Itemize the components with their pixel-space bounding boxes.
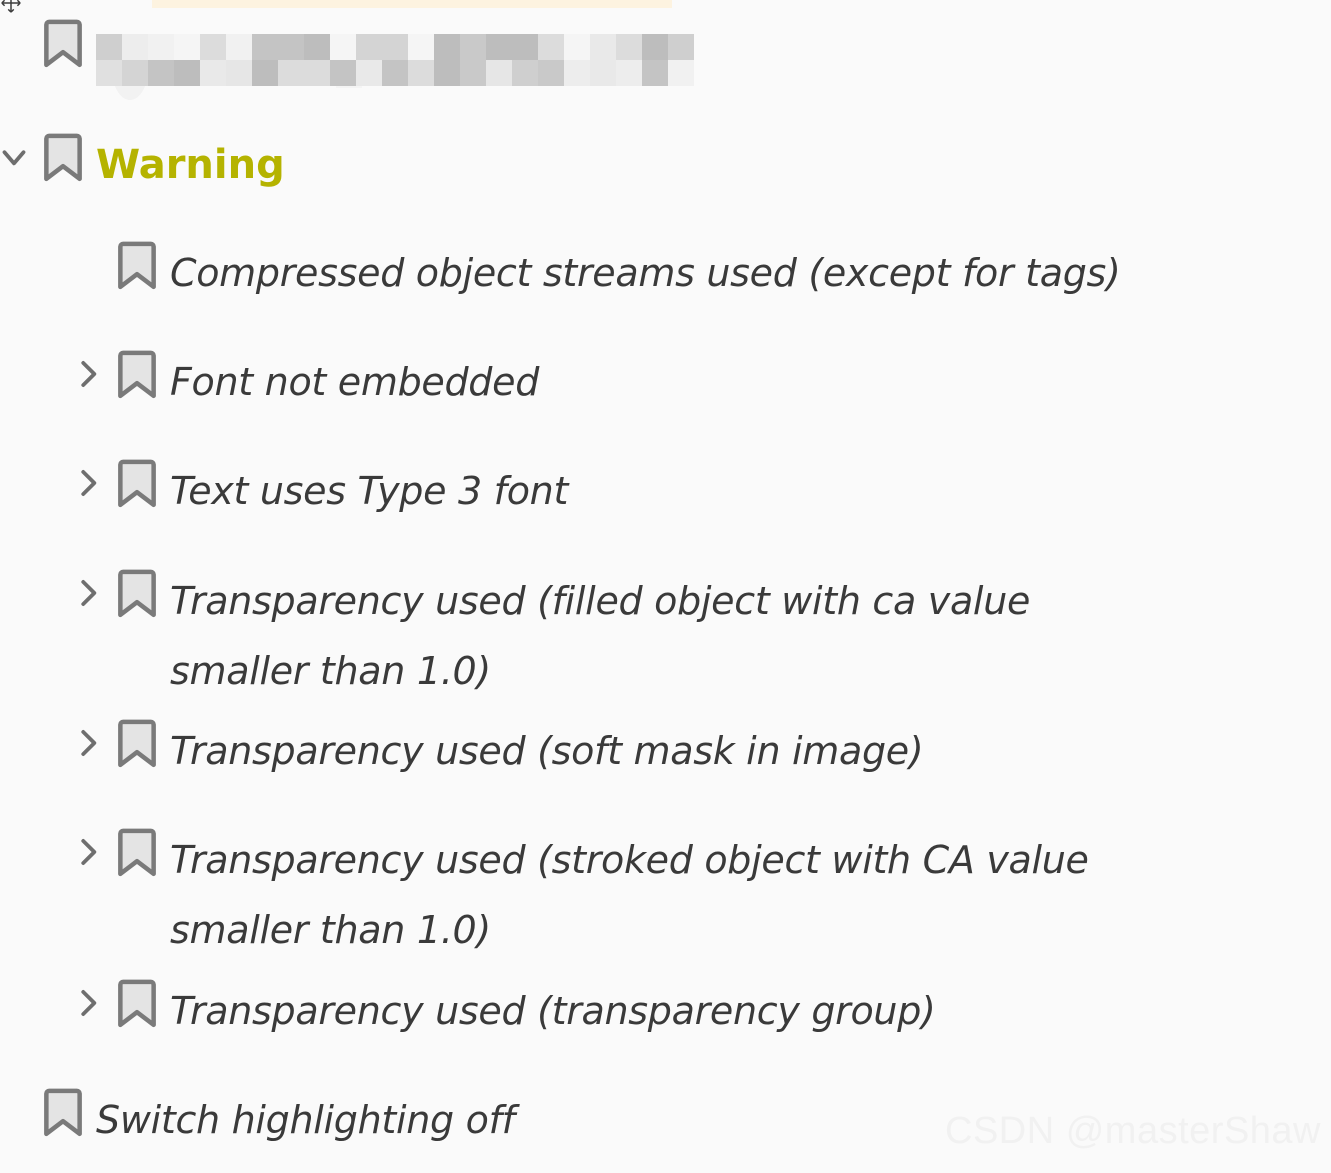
tree-row-label: Transparency used (soft mask in image) bbox=[170, 729, 924, 773]
redacted-title-block bbox=[96, 30, 706, 88]
bookmark-icon bbox=[40, 1085, 86, 1139]
bookmark-icon bbox=[114, 716, 160, 770]
chevron-right-icon[interactable] bbox=[62, 456, 114, 510]
chevron-down-icon[interactable] bbox=[0, 130, 40, 184]
bookmark-icon bbox=[114, 238, 160, 292]
chevron-right-icon[interactable] bbox=[62, 716, 114, 770]
bookmark-icon bbox=[114, 566, 160, 620]
tree-row-font-not-embedded[interactable]: Font not embedded bbox=[62, 347, 1331, 417]
twisty-placeholder bbox=[0, 1085, 40, 1139]
tree-row-compressed-object-streams[interactable]: Compressed object streams used (except f… bbox=[62, 238, 1331, 308]
tree-row-redacted-root-item[interactable] bbox=[0, 16, 1319, 100]
tree-row-label: Text uses Type 3 font bbox=[170, 469, 569, 513]
twisty-placeholder bbox=[0, 16, 40, 70]
tree-row-label: Transparency used (stroked object with C… bbox=[170, 838, 1089, 952]
tree-row-label: Compressed object streams used (except f… bbox=[170, 251, 1121, 295]
chevron-right-icon[interactable] bbox=[62, 347, 114, 401]
bookmark-tree-panel[interactable]: Warning Compressed object streams used (e… bbox=[0, 0, 1331, 1173]
watermark-text: CSDN @masterShaw bbox=[945, 1110, 1321, 1152]
twisty-placeholder bbox=[62, 238, 114, 292]
tree-row-warning-group[interactable]: Warning bbox=[0, 130, 1319, 200]
bookmark-icon bbox=[114, 347, 160, 401]
tree-row-transparency-stroked-object-CA[interactable]: Transparency used (stroked object with C… bbox=[62, 825, 1331, 965]
tree-row-label: Font not embedded bbox=[170, 360, 540, 404]
tree-row-label: Warning bbox=[96, 142, 285, 188]
tree-row-transparency-filled-object-ca[interactable]: Transparency used (filled object with ca… bbox=[62, 566, 1331, 706]
tree-row-transparency-soft-mask[interactable]: Transparency used (soft mask in image) bbox=[62, 716, 1331, 786]
bookmark-icon bbox=[40, 16, 86, 70]
tree-row-label: Transparency used (transparency group) bbox=[170, 989, 936, 1033]
tree-row-transparency-group[interactable]: Transparency used (transparency group) bbox=[62, 976, 1331, 1046]
bookmark-icon bbox=[114, 456, 160, 510]
tree-row-text-uses-type-3-font[interactable]: Text uses Type 3 font bbox=[62, 456, 1331, 526]
bookmark-icon bbox=[114, 976, 160, 1030]
chevron-right-icon[interactable] bbox=[62, 976, 114, 1030]
tree-row-label: Transparency used (filled object with ca… bbox=[170, 579, 1031, 693]
bookmark-icon bbox=[40, 130, 86, 184]
tree-row-label: Switch highlighting off bbox=[96, 1098, 515, 1142]
chevron-right-icon[interactable] bbox=[62, 566, 114, 620]
chevron-right-icon[interactable] bbox=[62, 825, 114, 879]
bookmark-icon bbox=[114, 825, 160, 879]
